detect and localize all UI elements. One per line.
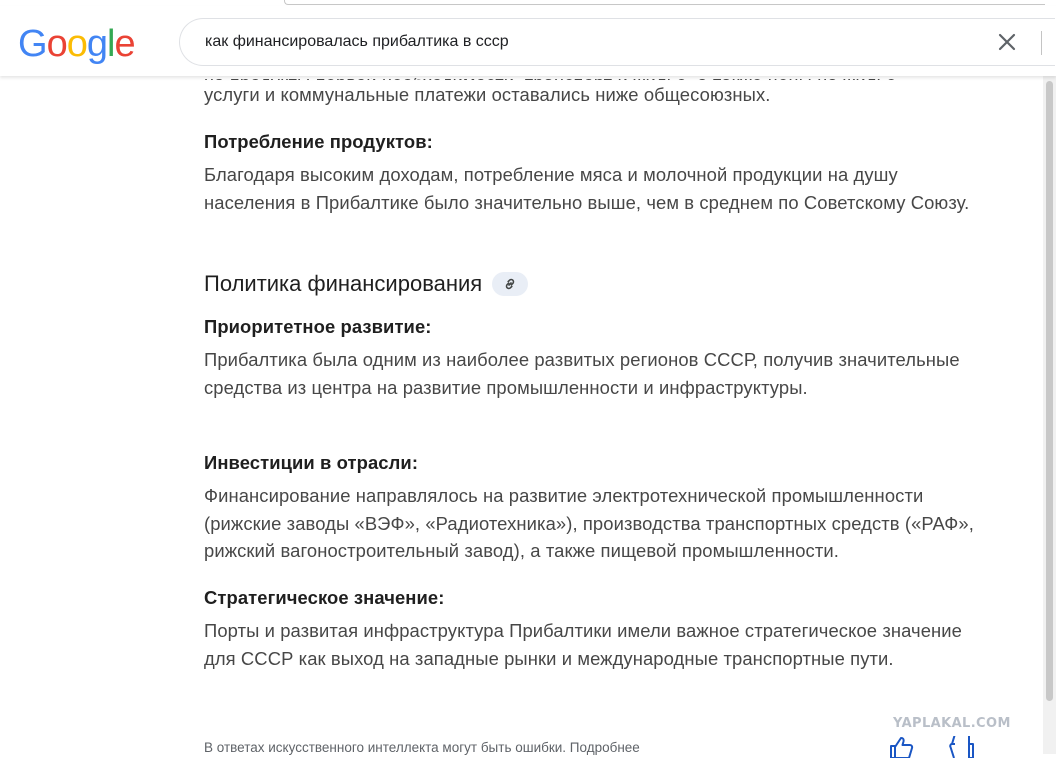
item-heading: Стратегическое значение: — [204, 587, 445, 608]
google-logo[interactable]: Google — [18, 20, 136, 68]
search-input[interactable]: как финансировалась прибалтика в ссср — [205, 19, 509, 65]
thumb-down-icon[interactable] — [946, 733, 974, 759]
consumption-heading: Потребление продуктов: — [204, 131, 433, 152]
watermark: YAPLAKAL.COM — [893, 716, 1011, 731]
intro-paragraph: услуги и коммунальные платежи оставались… — [204, 81, 994, 109]
close-icon[interactable] — [996, 31, 1018, 53]
item-priority: Приоритетное развитие: Прибалтика была о… — [204, 313, 994, 401]
item-text: Порты и развитая инфраструктура Прибалти… — [204, 620, 962, 669]
item-heading: Инвестиции в отрасли: — [204, 452, 419, 473]
item-strategic: Стратегическое значение: Порты и развита… — [204, 584, 994, 672]
logo-letter: G — [18, 23, 48, 65]
search-divider — [1041, 31, 1042, 55]
item-text: Прибалтика была одним из наиболее развит… — [204, 349, 960, 398]
item-heading: Приоритетное развитие: — [204, 316, 432, 337]
search-box[interactable]: как финансировалась прибалтика в ссср — [179, 18, 1055, 66]
intro-text: услуги и коммунальные платежи оставались… — [204, 84, 771, 105]
ai-disclaimer[interactable]: В ответах искусственного интеллекта могу… — [204, 740, 640, 755]
consumption-block: Потребление продуктов: Благодаря высоким… — [204, 128, 994, 216]
logo-letter: o — [66, 23, 88, 65]
section-title: Политика финансирования — [204, 271, 483, 296]
logo-letter: l — [106, 23, 116, 65]
page-scrollbar[interactable] — [1043, 76, 1056, 754]
section-heading: Политика финансирования — [204, 270, 529, 298]
logo-letter: e — [114, 23, 135, 65]
scrollbar-thumb[interactable] — [1046, 81, 1053, 701]
item-text: Финансирование направлялось на развитие … — [204, 485, 974, 561]
address-bar-edge — [284, 0, 1045, 5]
clipped-text-line: на продукты первой необходимости, трансп… — [204, 78, 902, 80]
thumb-up-icon[interactable] — [888, 736, 916, 759]
consumption-text: Благодаря высоким доходам, потребление м… — [204, 164, 970, 213]
logo-letter: o — [46, 23, 68, 65]
item-investments: Инвестиции в отрасли: Финансирование нап… — [204, 449, 994, 565]
search-header: Google как финансировалась прибалтика в … — [0, 6, 1056, 76]
logo-letter: g — [86, 23, 108, 65]
link-icon[interactable] — [492, 272, 529, 296]
